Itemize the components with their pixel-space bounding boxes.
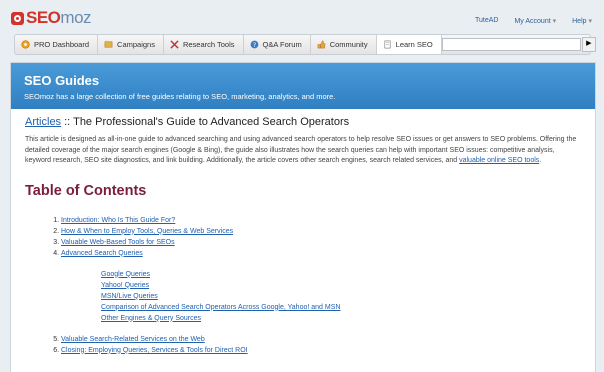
- help-link[interactable]: Help: [572, 17, 592, 25]
- nav-qa-forum[interactable]: ? Q&A Forum: [244, 35, 311, 54]
- toc-link-search-services[interactable]: Valuable Search-Related Services on the …: [61, 336, 205, 343]
- toc-link-msn-queries[interactable]: MSN/Live Queries: [101, 293, 158, 300]
- main-nav: PRO Dashboard Campaigns Research Tools ?…: [14, 34, 596, 55]
- account-links: TuteAD My Account Help: [475, 17, 592, 25]
- nav-label: Learn SEO: [395, 40, 433, 49]
- toc-item: Valuable Web-Based Tools for SEOs: [61, 237, 581, 248]
- qa-forum-icon: ?: [250, 40, 258, 49]
- learn-seo-icon: [384, 40, 391, 49]
- nav-community[interactable]: Community: [311, 35, 377, 54]
- toc-list: Introduction: Who Is This Guide For? How…: [25, 215, 581, 356]
- campaigns-icon: [104, 40, 113, 48]
- search-box: ▶: [441, 35, 600, 54]
- nav-pro-dashboard[interactable]: PRO Dashboard: [15, 35, 99, 54]
- toc-item: Advanced Search Queries Google Queries Y…: [61, 248, 581, 324]
- logo-seo-text: SEO: [26, 8, 61, 27]
- toc-link-how-when[interactable]: How & When to Employ Tools, Queries & We…: [61, 228, 233, 235]
- toc-subitem: Yahoo! Queries: [101, 280, 581, 291]
- toc-item: How & When to Employ Tools, Queries & We…: [61, 226, 581, 237]
- toc-heading: Table of Contents: [25, 182, 147, 199]
- articles-breadcrumb-link[interactable]: Articles: [25, 116, 61, 128]
- toc-link-advanced-queries[interactable]: Advanced Search Queries: [61, 250, 143, 257]
- nav-learn-seo[interactable]: Learn SEO: [376, 35, 442, 54]
- toc-item: Introduction: Who Is This Guide For?: [61, 215, 581, 226]
- my-account-link[interactable]: My Account: [514, 17, 556, 25]
- breadcrumb-separator: ::: [61, 116, 74, 128]
- logo-mark-icon: [11, 11, 24, 25]
- nav-research-tools[interactable]: Research Tools: [164, 35, 244, 54]
- pro-dashboard-icon: [21, 40, 30, 49]
- toc-item: Valuable Search-Related Services on the …: [61, 334, 581, 345]
- content-frame: SEO Guides SEOmoz has a large collection…: [10, 62, 596, 372]
- article-heading: Articles :: The Professional's Guide to …: [25, 116, 581, 128]
- seomoz-logo[interactable]: SEO moz: [11, 8, 92, 28]
- nav-label: Community: [329, 40, 368, 49]
- search-button[interactable]: ▶: [581, 37, 596, 52]
- community-icon: [317, 40, 326, 49]
- guides-banner: SEO Guides SEOmoz has a large collection…: [11, 63, 595, 109]
- user-link[interactable]: TuteAD: [475, 17, 498, 25]
- toc-link-introduction[interactable]: Introduction: Who Is This Guide For?: [61, 217, 175, 224]
- toc-link-comparison[interactable]: Comparison of Advanced Search Operators …: [101, 304, 340, 311]
- intro-end: .: [539, 157, 542, 164]
- article-intro: This article is designed as all-in-one g…: [25, 135, 581, 167]
- research-tools-icon: [170, 40, 179, 49]
- banner-subtitle: SEOmoz has a large collection of free gu…: [24, 92, 336, 101]
- article-title: The Professional's Guide to Advanced Sea…: [73, 116, 350, 128]
- top-bar: SEOmoz TuteAD My Account Help: [0, 0, 604, 30]
- nav-label: Q&A Forum: [262, 40, 302, 49]
- toc-subitem: Google Queries: [101, 269, 581, 280]
- nav-label: Research Tools: [182, 40, 235, 49]
- toc-link-web-tools[interactable]: Valuable Web-Based Tools for SEOs: [61, 239, 175, 246]
- seo-tools-link[interactable]: valuable online SEO tools: [459, 157, 539, 164]
- toc-link-google-queries[interactable]: Google Queries: [101, 271, 150, 278]
- toc-subitem: Other Engines & Query Sources: [101, 313, 581, 324]
- banner-title: SEO Guides: [24, 73, 100, 88]
- nav-label: Campaigns: [117, 40, 155, 49]
- svg-text:?: ?: [252, 42, 255, 49]
- toc-item: Closing: Employing Queries, Services & T…: [61, 345, 581, 356]
- nav-campaigns[interactable]: Campaigns: [98, 35, 164, 54]
- toc-subitem: Comparison of Advanced Search Operators …: [101, 302, 581, 313]
- logo-moz-text: moz: [60, 8, 92, 27]
- toc-link-closing[interactable]: Closing: Employing Queries, Services & T…: [61, 347, 248, 354]
- search-input[interactable]: [441, 38, 581, 51]
- toc-subitem: MSN/Live Queries: [101, 291, 581, 302]
- toc-link-other-engines[interactable]: Other Engines & Query Sources: [101, 315, 201, 322]
- toc-sublist: Google Queries Yahoo! Queries MSN/Live Q…: [61, 269, 581, 324]
- toc-link-yahoo-queries[interactable]: Yahoo! Queries: [101, 282, 149, 289]
- nav-label: PRO Dashboard: [34, 40, 90, 49]
- article-body: Articles :: The Professional's Guide to …: [11, 109, 595, 356]
